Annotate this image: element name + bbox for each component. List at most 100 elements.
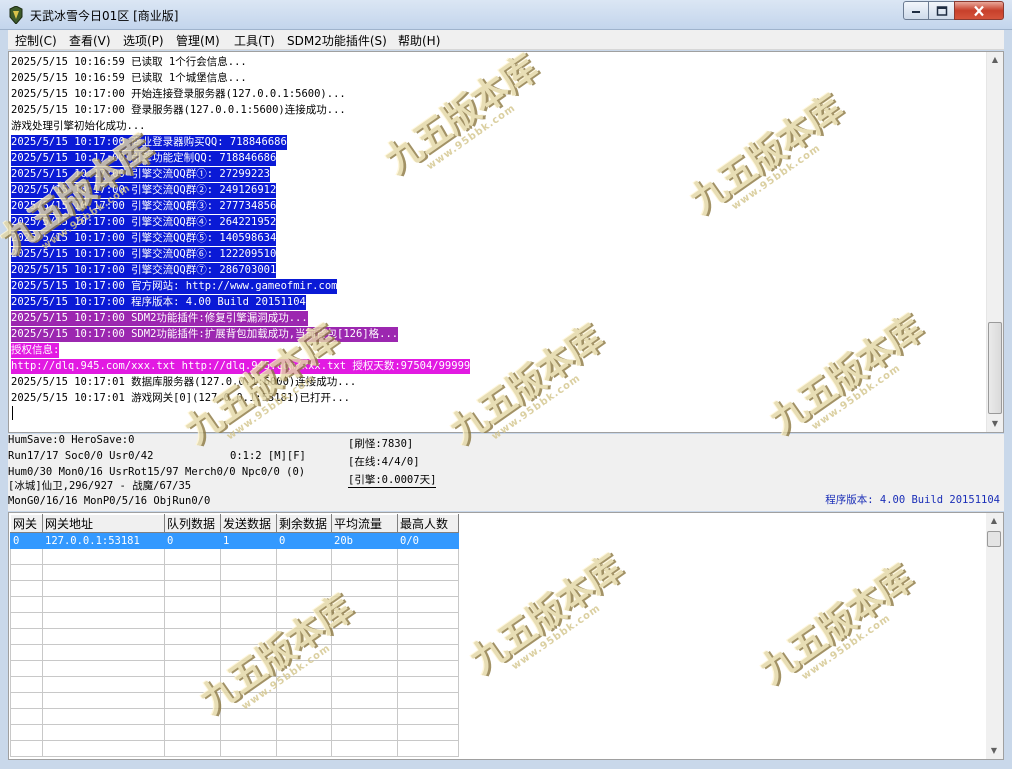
empty-table-cell — [10, 548, 43, 565]
empty-table-cell — [276, 548, 332, 565]
empty-table-cell — [397, 740, 459, 757]
empty-table-cell — [397, 724, 459, 741]
empty-table-cell — [42, 564, 165, 581]
log-line: 2025/5/15 10:17:00 SDM2功能插件:扩展背包加载成功,当前背… — [11, 327, 399, 342]
empty-table-cell — [42, 724, 165, 741]
empty-table-cell — [331, 548, 398, 565]
log-line: 2025/5/15 10:17:00 开始连接登录服务器(127.0.0.1:5… — [11, 88, 346, 100]
empty-table-cell — [331, 724, 398, 741]
table-cell: 1 — [220, 532, 277, 549]
empty-table-cell — [276, 724, 332, 741]
empty-table-cell — [164, 612, 221, 629]
empty-table-row — [10, 580, 459, 597]
empty-table-cell — [220, 692, 277, 709]
gateway-grid[interactable]: 网关 网关地址 队列数据 发送数据 剩余数据 平均流量 最高人数 0 127.0… — [8, 512, 1004, 760]
empty-table-cell — [10, 564, 43, 581]
empty-table-row — [10, 628, 459, 645]
empty-table-cell — [42, 580, 165, 597]
log-line: 2025/5/15 10:17:00 引擎交流QQ群②: 249126912 — [11, 183, 277, 198]
grid-scrollbar[interactable]: ▲ ▼ — [986, 513, 1003, 759]
menu-manage[interactable]: 管理(M) — [176, 32, 220, 49]
log-line: 2025/5/15 10:17:00 引擎交流QQ群⑦: 286703001 — [11, 263, 277, 278]
empty-table-row — [10, 692, 459, 709]
table-row[interactable]: 0 127.0.0.1:53181 0 1 0 20b 0/0 — [10, 532, 459, 549]
empty-table-cell — [164, 660, 221, 677]
empty-table-cell — [42, 708, 165, 725]
empty-table-cell — [397, 628, 459, 645]
online-stat: [在线:4/4/0] — [348, 456, 420, 468]
menu-sdm2-plugin[interactable]: SDM2功能插件(S) — [287, 32, 387, 49]
empty-table-cell — [220, 724, 277, 741]
empty-table-cell — [164, 644, 221, 661]
empty-table-cell — [397, 548, 459, 565]
empty-table-cell — [276, 612, 332, 629]
grid-scroll-thumb[interactable] — [987, 531, 1001, 547]
scroll-down-icon[interactable]: ▼ — [986, 743, 1002, 759]
empty-table-cell — [42, 692, 165, 709]
scroll-up-icon[interactable]: ▲ — [986, 513, 1002, 529]
log-line: 2025/5/15 10:17:00 引擎交流QQ群①: 27299223 — [11, 167, 270, 182]
empty-table-row — [10, 708, 459, 725]
empty-table-cell — [10, 724, 43, 741]
column-header-max-users[interactable]: 最高人数 — [397, 514, 459, 533]
empty-table-cell — [397, 692, 459, 709]
menu-control[interactable]: 控制(C) — [15, 32, 57, 49]
log-scrollbar[interactable]: ▲ ▼ — [986, 52, 1003, 432]
title-bar[interactable]: 天武冰雪今日01区 [商业版] — [0, 0, 1012, 30]
column-header-gateway[interactable]: 网关 — [10, 514, 43, 533]
table-cell: 127.0.0.1:53181 — [42, 532, 165, 549]
column-header-avg-traffic[interactable]: 平均流量 — [331, 514, 398, 533]
location-stat: [冰城]仙卫,296/927 - 战魔/67/35 — [8, 480, 192, 492]
log-line: 授权信息: — [11, 343, 60, 358]
empty-table-row — [10, 724, 459, 741]
maximize-button[interactable] — [928, 1, 955, 20]
column-header-remaining[interactable]: 剩余数据 — [276, 514, 332, 533]
log-line: 2025/5/15 10:17:00 程序版本: 4.00 Build 2015… — [11, 295, 306, 310]
log-line: 2025/5/15 10:17:00 SDM2功能插件:修复引擎漏洞成功... — [11, 311, 308, 326]
menu-tools[interactable]: 工具(T) — [234, 32, 275, 49]
empty-table-cell — [397, 612, 459, 629]
menu-help[interactable]: 帮助(H) — [398, 32, 440, 49]
column-header-sent[interactable]: 发送数据 — [220, 514, 277, 533]
empty-table-cell — [397, 660, 459, 677]
scroll-up-icon[interactable]: ▲ — [987, 52, 1003, 68]
empty-table-cell — [276, 692, 332, 709]
empty-table-cell — [220, 548, 277, 565]
empty-table-cell — [42, 644, 165, 661]
table-cell: 0/0 — [397, 532, 459, 549]
close-button[interactable] — [954, 1, 1004, 20]
log-scroll-thumb[interactable] — [988, 322, 1002, 414]
close-icon — [974, 5, 984, 16]
menu-options[interactable]: 选项(P) — [123, 32, 164, 49]
empty-table-row — [10, 596, 459, 613]
empty-table-cell — [10, 740, 43, 757]
log-panel[interactable]: 2025/5/15 10:16:59 已读取 1个行会信息... 2025/5/1… — [8, 51, 1004, 433]
empty-table-cell — [42, 612, 165, 629]
empty-table-cell — [397, 564, 459, 581]
minimize-icon — [912, 10, 920, 13]
log-line: 2025/5/15 10:17:00 登录服务器(127.0.0.1:5600)… — [11, 104, 346, 116]
empty-table-cell — [164, 708, 221, 725]
empty-table-cell — [164, 580, 221, 597]
empty-table-cell — [397, 596, 459, 613]
text-caret — [12, 406, 13, 420]
empty-table-cell — [276, 740, 332, 757]
scroll-down-icon[interactable]: ▼ — [987, 416, 1003, 432]
log-line: 2025/5/15 10:16:59 已读取 1个行会信息... — [11, 56, 247, 68]
empty-table-cell — [397, 676, 459, 693]
minimize-button[interactable] — [903, 1, 929, 20]
empty-table-cell — [276, 676, 332, 693]
empty-table-cell — [164, 740, 221, 757]
empty-table-cell — [164, 596, 221, 613]
column-header-queue[interactable]: 队列数据 — [164, 514, 221, 533]
empty-table-cell — [331, 628, 398, 645]
empty-table-cell — [331, 644, 398, 661]
empty-table-cell — [220, 708, 277, 725]
status-panel: HumSave:0 HeroSave:0 Run17/17 Soc0/0 Usr… — [8, 434, 1004, 511]
empty-table-cell — [397, 644, 459, 661]
empty-table-row — [10, 740, 459, 757]
column-header-address[interactable]: 网关地址 — [42, 514, 165, 533]
empty-table-cell — [42, 596, 165, 613]
empty-table-cell — [42, 740, 165, 757]
menu-view[interactable]: 查看(V) — [69, 32, 111, 49]
